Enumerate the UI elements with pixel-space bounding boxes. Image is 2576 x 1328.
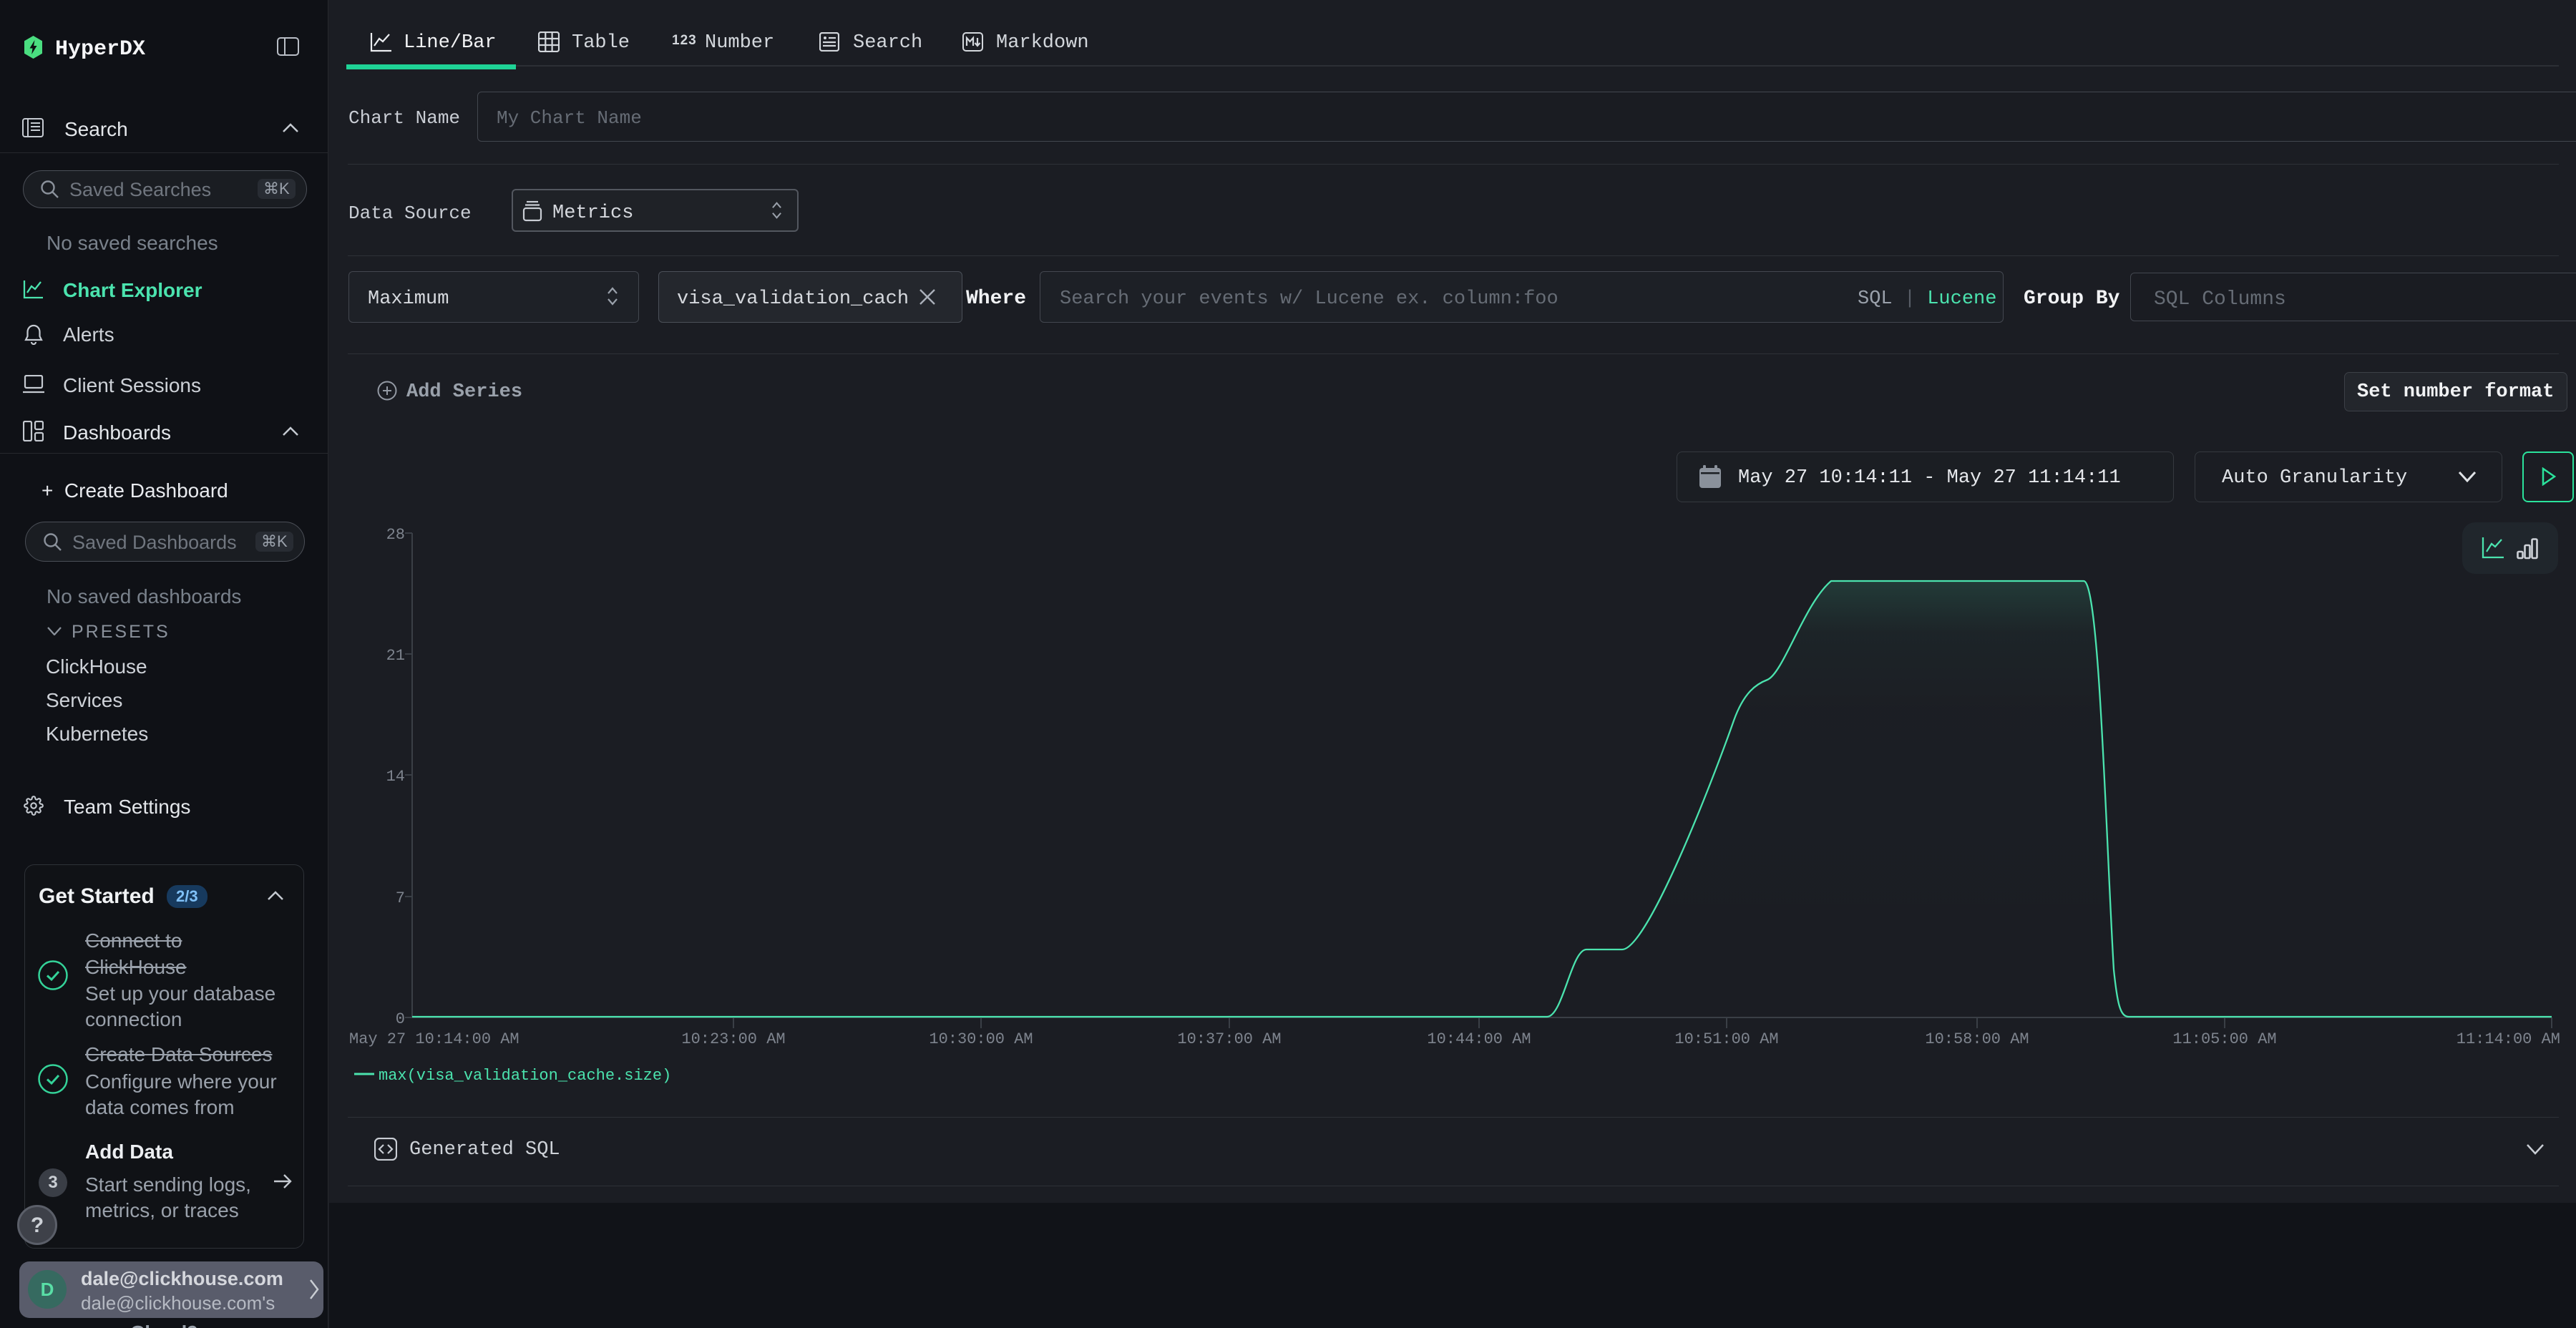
svg-text:7: 7 <box>396 889 405 907</box>
svg-text:0: 0 <box>396 1010 405 1028</box>
svg-text:28: 28 <box>386 526 405 544</box>
svg-text:14: 14 <box>386 768 405 786</box>
svg-text:21: 21 <box>386 647 405 665</box>
svg-text:max(visa_validation_cache.size: max(visa_validation_cache.size) <box>379 1067 671 1085</box>
